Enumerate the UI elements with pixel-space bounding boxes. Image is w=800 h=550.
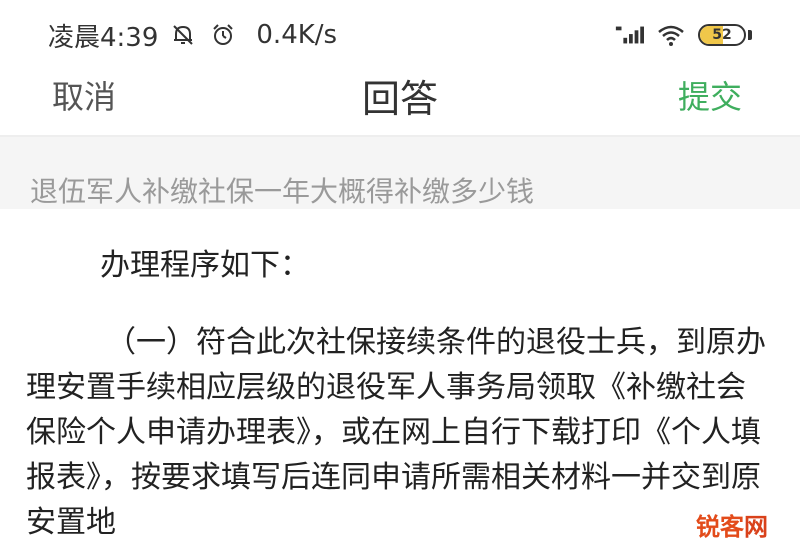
question-title: 退伍军人补缴社保一年大概得补缴多少钱 bbox=[30, 175, 535, 208]
status-left: 凌晨4:39 0.4K/s bbox=[48, 17, 337, 54]
network-speed: 0.4K/s bbox=[256, 20, 338, 50]
nav-bar: 取消 回答 提交 bbox=[0, 62, 800, 134]
signal-hd-icon bbox=[614, 20, 644, 50]
answer-paragraph: （一）符合此次社保接续条件的退役士兵，到原办理安置手续相应层级的退役军人事务局领… bbox=[26, 325, 766, 540]
watermark-logo: 锐客网 bbox=[672, 504, 792, 544]
watermark-main: 锐客 bbox=[696, 512, 744, 541]
watermark-suffix: 网 bbox=[744, 512, 768, 541]
answer-heading: 办理程序如下： bbox=[100, 248, 310, 283]
battery-icon: 52 bbox=[698, 24, 746, 46]
cancel-button[interactable]: 取消 bbox=[52, 72, 116, 118]
alarm-off-icon bbox=[168, 20, 198, 50]
answer-editor[interactable]: 办理程序如下： （一）符合此次社保接续条件的退役士兵，到原办理安置手续相应层级的… bbox=[0, 210, 800, 550]
alarm-clock-icon bbox=[208, 20, 238, 50]
wifi-icon bbox=[656, 20, 686, 50]
status-bar: 凌晨4:39 0.4K/s 52 bbox=[0, 0, 800, 70]
submit-button[interactable]: 提交 bbox=[678, 72, 742, 118]
status-right: 52 bbox=[614, 20, 752, 50]
battery-level: 52 bbox=[712, 27, 732, 43]
status-time: 凌晨4:39 bbox=[48, 22, 159, 53]
battery-nub bbox=[748, 30, 752, 40]
